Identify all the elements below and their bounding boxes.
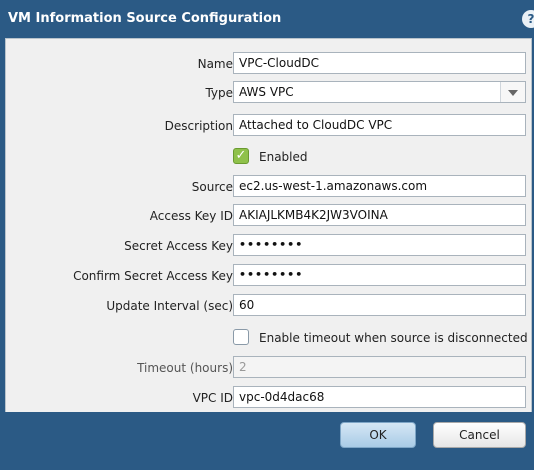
name-row: Name VPC-CloudDC bbox=[6, 52, 531, 76]
update-interval-row: Update Interval (sec) 60 bbox=[6, 294, 531, 318]
timeout-label: Timeout (hours) bbox=[137, 361, 233, 375]
name-input[interactable]: VPC-CloudDC bbox=[233, 52, 526, 74]
secret-access-key-input[interactable]: •••••••• bbox=[233, 234, 526, 256]
type-row: Type AWS VPC bbox=[6, 81, 531, 105]
confirm-secret-input[interactable]: •••••••• bbox=[233, 264, 526, 286]
type-label: Type bbox=[205, 86, 233, 100]
dialog-footer: OK Cancel bbox=[0, 412, 534, 470]
name-label: Name bbox=[197, 57, 233, 71]
vm-info-source-dialog: VM Information Source Configuration ? Na… bbox=[0, 0, 534, 470]
cancel-button[interactable]: Cancel bbox=[433, 422, 526, 448]
enable-timeout-label: Enable timeout when source is disconnect… bbox=[259, 331, 528, 345]
confirm-secret-label: Confirm Secret Access Key bbox=[73, 269, 233, 283]
source-input[interactable]: ec2.us-west-1.amazonaws.com bbox=[233, 175, 526, 197]
description-input[interactable]: Attached to CloudDC VPC bbox=[233, 114, 526, 136]
timeout-row: Timeout (hours) 2 bbox=[6, 356, 531, 380]
enable-timeout-checkbox[interactable] bbox=[233, 329, 249, 345]
enabled-row: ✓ Enabled bbox=[6, 146, 531, 170]
access-key-id-row: Access Key ID AKIAJLKMB4K2JW3VOINA bbox=[6, 204, 531, 228]
access-key-id-input[interactable]: AKIAJLKMB4K2JW3VOINA bbox=[233, 204, 526, 226]
update-interval-label: Update Interval (sec) bbox=[106, 299, 233, 313]
secret-access-key-row: Secret Access Key •••••••• bbox=[6, 234, 531, 258]
dialog-title: VM Information Source Configuration bbox=[8, 11, 282, 26]
secret-access-key-label: Secret Access Key bbox=[124, 239, 233, 253]
chevron-down-icon[interactable] bbox=[500, 82, 525, 102]
source-row: Source ec2.us-west-1.amazonaws.com bbox=[6, 175, 531, 199]
description-row: Description Attached to CloudDC VPC bbox=[6, 114, 531, 138]
enabled-checkbox[interactable]: ✓ bbox=[233, 148, 249, 164]
confirm-secret-row: Confirm Secret Access Key •••••••• bbox=[6, 264, 531, 288]
form-panel: Name VPC-CloudDC Type AWS VPC Descriptio… bbox=[5, 38, 532, 413]
source-label: Source bbox=[191, 180, 233, 194]
dialog-titlebar: VM Information Source Configuration ? bbox=[0, 0, 534, 38]
enable-timeout-row: Enable timeout when source is disconnect… bbox=[6, 327, 531, 351]
update-interval-input[interactable]: 60 bbox=[233, 294, 526, 316]
access-key-id-label: Access Key ID bbox=[149, 209, 233, 223]
ok-button[interactable]: OK bbox=[340, 422, 416, 448]
type-select[interactable]: AWS VPC bbox=[233, 81, 526, 103]
vpc-id-input[interactable]: vpc-0d4dac68 bbox=[233, 386, 526, 408]
enabled-label: Enabled bbox=[259, 150, 308, 164]
vpc-id-row: VPC ID vpc-0d4dac68 bbox=[6, 386, 531, 410]
timeout-input: 2 bbox=[233, 356, 526, 378]
vpc-id-label: VPC ID bbox=[192, 391, 233, 405]
description-label: Description bbox=[164, 119, 233, 133]
type-select-value: AWS VPC bbox=[239, 85, 294, 99]
help-icon[interactable]: ? bbox=[522, 10, 534, 28]
